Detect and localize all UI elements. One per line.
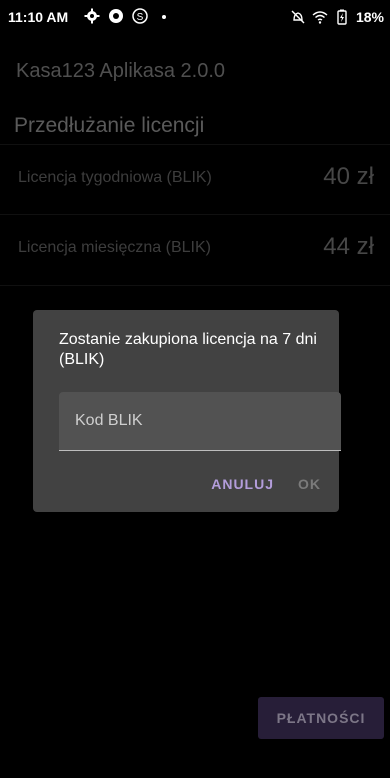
blik-dialog: Zostanie zakupiona licencja na 7 dni (BL… [33,310,341,512]
blik-code-field [59,392,341,451]
svg-text:S: S [137,12,144,23]
dot-icon [162,15,166,19]
ok-button[interactable]: OK [290,470,329,498]
status-left-icons: S [84,8,172,24]
dialog-message: Zostanie zakupiona licencja na 7 dni (BL… [59,331,317,368]
battery-charging-icon [337,9,347,25]
gear-icon [84,8,100,24]
s-icon: S [132,8,148,24]
blik-code-input[interactable] [59,392,341,450]
alarm-off-icon [291,10,305,24]
chrome-icon [109,9,123,23]
status-right: 18% [290,9,384,25]
cancel-button[interactable]: ANULUJ [203,470,282,498]
dialog-actions: ANULUJ OK [203,470,329,498]
battery-percent: 18% [355,9,384,25]
status-bar: 11:10 AM S 18% [0,0,390,34]
wifi-icon [312,11,328,24]
status-time: 11:10 AM [8,9,69,25]
